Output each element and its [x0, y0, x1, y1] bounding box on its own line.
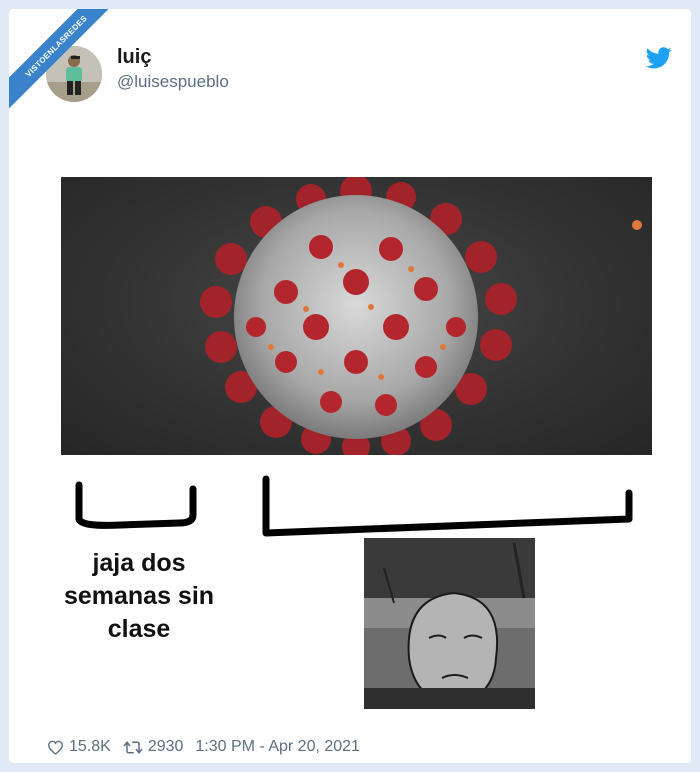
twitter-bird-icon[interactable]: [646, 47, 672, 69]
timestamp-text: 1:30 PM - Apr 20, 2021: [195, 738, 360, 755]
meme-caption: jaja dos semanas sin clase: [49, 547, 229, 646]
sad-wojak-image[interactable]: [364, 538, 535, 709]
like-action[interactable]: 15.8K: [47, 738, 111, 756]
meme-brackets: [75, 475, 633, 537]
caption-line: semanas sin: [63, 582, 215, 610]
author-handle[interactable]: @luisespueblo: [117, 72, 229, 92]
tweet-timestamp[interactable]: 1:30 PM - Apr 20, 2021: [195, 738, 360, 756]
tweet-card: VISTOENLASREDES luiç @luisespueblo jaja …: [9, 9, 691, 763]
tweet-footer: 15.8K 2930 1:30 PM - Apr 20, 2021: [47, 737, 372, 757]
retweet-count: 2930: [147, 738, 184, 755]
retweet-icon[interactable]: [123, 740, 143, 755]
caption-line: jaja dos: [92, 549, 186, 577]
watermark-text: VISTOENLASREDES: [9, 9, 124, 114]
like-count: 15.8K: [69, 738, 111, 755]
watermark-banner: VISTOENLASREDES: [9, 9, 129, 129]
heart-icon[interactable]: [47, 740, 64, 755]
caption-line: clase: [107, 615, 171, 643]
retweet-action[interactable]: 2930: [123, 738, 184, 756]
coronavirus-image[interactable]: [61, 175, 652, 461]
